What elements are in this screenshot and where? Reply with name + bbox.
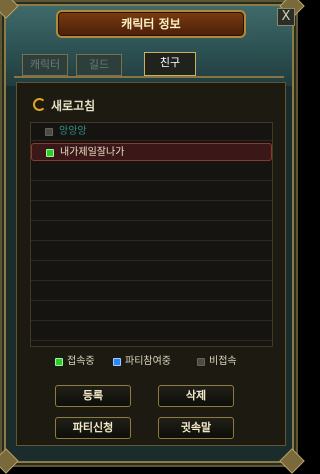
empty-row — [31, 303, 272, 321]
status-legend: 접속중 파티참여중 비접속 — [55, 355, 285, 369]
close-button[interactable]: X — [277, 8, 295, 26]
online-status-icon — [46, 149, 54, 157]
window-title: 캐릭터 정보 — [121, 17, 181, 31]
online-status-icon — [55, 358, 63, 366]
add-friend-button[interactable]: 등록 — [55, 385, 131, 407]
friends-panel: 새로고침 앙앙앙 내가제일잘나가 접속중 파티참여중 비접속 등록 삭제 파티신… — [16, 82, 286, 446]
tab-character[interactable]: 캐릭터 — [22, 54, 68, 76]
tab-guild[interactable]: 길드 — [76, 54, 122, 76]
empty-row — [31, 183, 272, 201]
refresh-label: 새로고침 — [51, 99, 96, 113]
window-title-bar[interactable]: 캐릭터 정보 — [56, 10, 246, 38]
empty-row — [31, 203, 272, 221]
friend-row[interactable]: 앙앙앙 — [31, 123, 272, 141]
refresh-icon — [33, 98, 46, 111]
friend-name: 앙앙앙 — [59, 126, 87, 137]
empty-row — [31, 223, 272, 241]
empty-row — [31, 263, 272, 281]
whisper-button[interactable]: 귓속말 — [158, 417, 234, 439]
party-status-icon — [113, 358, 121, 366]
corner-ornament — [279, 448, 305, 474]
friend-name: 내가제일잘나가 — [60, 147, 125, 158]
party-invite-button[interactable]: 파티신청 — [55, 417, 131, 439]
tab-divider — [14, 76, 284, 78]
character-info-window: 캐릭터 정보 X 캐릭터 길드 친구 새로고침 앙앙앙 내가제일잘나가 접속중 … — [0, 0, 305, 474]
empty-row — [31, 163, 272, 181]
offline-status-icon — [197, 358, 205, 366]
legend-online-label: 접속중 — [67, 356, 95, 367]
friend-list[interactable]: 앙앙앙 내가제일잘나가 — [30, 122, 273, 347]
corner-ornament — [0, 448, 19, 474]
legend-party-label: 파티참여중 — [125, 356, 171, 367]
tab-friends[interactable]: 친구 — [144, 52, 196, 76]
delete-friend-button[interactable]: 삭제 — [158, 385, 234, 407]
offline-status-icon — [45, 128, 53, 136]
friend-row-selected[interactable]: 내가제일잘나가 — [31, 143, 272, 161]
empty-row — [31, 243, 272, 261]
empty-row — [31, 323, 272, 341]
legend-offline-label: 비접속 — [209, 356, 237, 367]
empty-row — [31, 283, 272, 301]
